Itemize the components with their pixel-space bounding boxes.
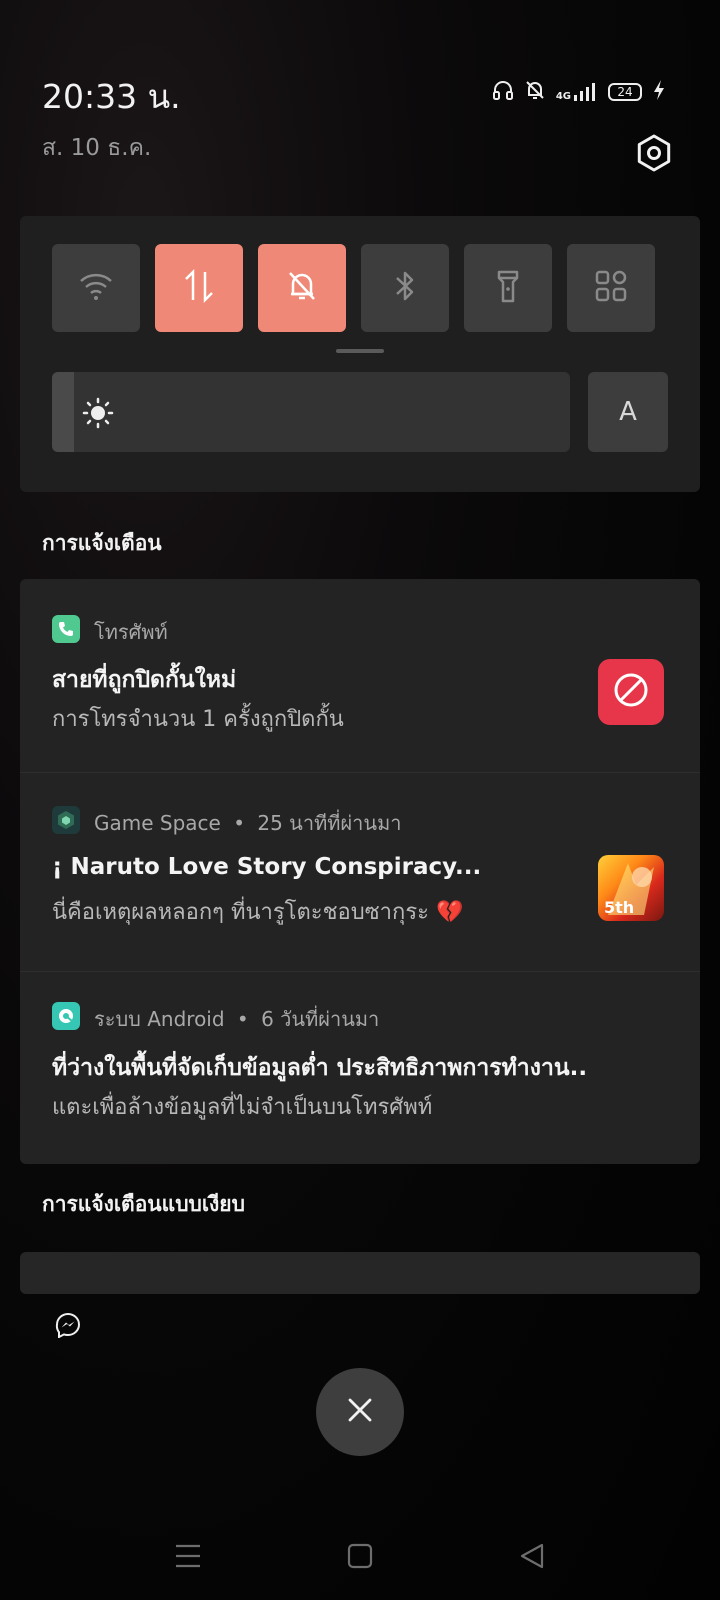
notification-blocked-call[interactable]: โทรศัพท์ สายที่ถูกปิดกั้นใหม่ การโทรจำนว… [20,579,700,773]
separator-dot: • [236,1007,249,1031]
silent-mode-tile[interactable] [258,244,346,332]
close-icon [346,1396,374,1428]
flashlight-icon [493,268,523,308]
notifications-card: โทรศัพท์ สายที่ถูกปิดกั้นใหม่ การโทรจำนว… [20,579,700,1164]
notification-app-row: Game Space • 25 นาทีที่ผ่านมา [94,807,402,839]
notification-title: สายที่ถูกปิดกั้นใหม่ [52,667,237,693]
back-button[interactable] [512,1538,552,1578]
storage-cleaner-icon [52,1002,80,1030]
recents-button[interactable] [168,1538,208,1578]
notification-game-space[interactable]: Game Space • 25 นาทีที่ผ่านมา ¡ Naruto L… [20,773,700,972]
wifi-icon [78,270,114,306]
headphones-icon [492,79,514,105]
flashlight-tile[interactable] [464,244,552,332]
sun-icon [82,397,114,433]
data-arrows-icon [181,268,217,308]
silent-notifications-title: การแจ้งเตือนแบบเงียบ [42,1192,245,1216]
home-button[interactable] [340,1538,380,1578]
bell-off-icon [284,268,320,308]
phone-icon [52,615,80,643]
notification-app-name: ระบบ Android [94,1007,225,1031]
menu-lines-icon [174,1543,202,1573]
notification-thumbnail: 5th [598,855,664,921]
date-label: ส. 10 ธ.ค. [42,135,152,161]
notification-app-row: ระบบ Android • 6 วันที่ผ่านมา [94,1003,379,1035]
notification-app-name: โทรศัพท์ [94,620,168,644]
notification-body: การโทรจำนวน 1 ครั้งถูกปิดกั้น [52,707,344,732]
auto-brightness-button[interactable]: A [588,372,668,452]
quick-settings-panel: A [20,216,700,492]
notification-app-name: Game Space [94,811,221,835]
grid-icon [594,269,628,307]
notification-body: แตะเพื่อล้างข้อมูลที่ไม่จำเป็นบนโทรศัพท์ [52,1095,433,1120]
notification-title: ¡ Naruto Love Story Conspiracy... [52,854,482,880]
status-icons: 4G 24 [492,78,666,106]
bluetooth-icon [390,268,420,308]
panel-drag-handle[interactable] [336,349,384,353]
mobile-data-tile[interactable] [155,244,243,332]
messenger-icon[interactable] [55,1312,81,1339]
signal-icon: 4G [556,82,598,102]
bluetooth-tile[interactable] [361,244,449,332]
network-type: 4G [555,91,571,102]
brightness-level-fill [52,372,74,452]
more-tiles-tile[interactable] [567,244,655,332]
notification-body: นี่คือเหตุผลหลอกๆ ที่นารูโตะชอบซากุระ 💔 [52,900,464,925]
home-square-icon [347,1543,373,1573]
notification-low-storage[interactable]: ระบบ Android • 6 วันที่ผ่านมา ที่ว่างในพ… [20,972,700,1164]
battery-icon: 24 [608,83,642,101]
bell-off-icon [524,79,546,105]
wifi-tile[interactable] [52,244,140,332]
blocked-calls-button[interactable] [598,659,664,725]
settings-gear-icon[interactable] [634,133,674,173]
battery-level: 24 [617,85,633,99]
brightness-slider[interactable] [52,372,570,452]
notifications-section-title: การแจ้งเตือน [42,531,162,555]
separator-dot: • [233,811,246,835]
charging-icon [652,79,666,105]
back-triangle-icon [518,1542,546,1574]
block-icon [612,671,650,713]
thumbnail-label: 5th [604,898,635,917]
silent-notification-group[interactable] [20,1252,700,1294]
clear-all-button[interactable] [316,1368,404,1456]
game-space-icon [52,806,80,834]
notification-title: ที่ว่างในพื้นที่จัดเก็บข้อมูลต่ำ ประสิทธ… [52,1055,588,1081]
clock-time: 20:33 น. [42,77,181,116]
notification-time: 6 วันที่ผ่านมา [261,1007,380,1031]
notification-time: 25 นาทีที่ผ่านมา [257,811,402,835]
